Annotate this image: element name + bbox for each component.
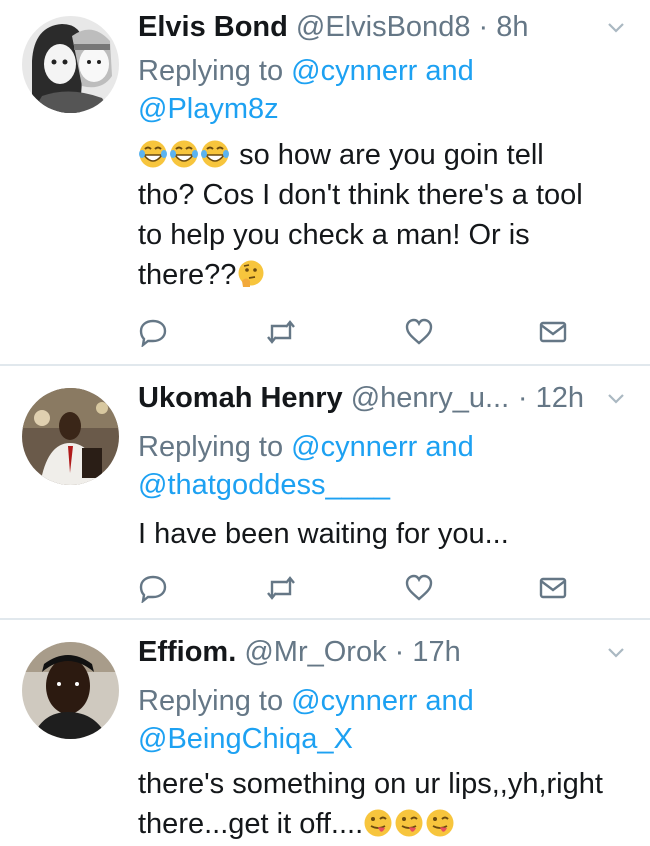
tweet-text-line: so how are you goin tell bbox=[239, 139, 544, 171]
author-handle[interactable]: @ElvisBond8 bbox=[296, 11, 471, 43]
avatar[interactable] bbox=[22, 16, 119, 113]
retweet-icon[interactable] bbox=[266, 573, 296, 603]
separator: · bbox=[478, 11, 489, 43]
timestamp[interactable]: 12h bbox=[536, 382, 584, 414]
mention-link[interactable]: @cynnerr and bbox=[291, 685, 474, 717]
tweet-text-line: tho? Cos I don't think there's a tool bbox=[138, 179, 583, 211]
replying-to: Replying to @cynnerr and @thatgoddess___… bbox=[138, 428, 474, 504]
tweet-header: Effiom. @Mr_Orok · 17h bbox=[138, 630, 630, 674]
tweet[interactable]: Ukomah Henry @henry_u... · 12h Replying … bbox=[0, 366, 650, 618]
author-name[interactable]: Ukomah Henry bbox=[138, 382, 343, 414]
action-bar bbox=[138, 317, 608, 347]
author-name[interactable]: Elvis Bond bbox=[138, 11, 288, 43]
tweet[interactable]: Elvis Bond @ElvisBond8 · 8h Replying to … bbox=[0, 0, 650, 364]
separator: · bbox=[517, 382, 528, 414]
heart-icon[interactable] bbox=[404, 317, 434, 347]
tweet[interactable]: Effiom. @Mr_Orok · 17h Replying to @cynn… bbox=[0, 620, 650, 846]
winking-tongue-emoji bbox=[426, 809, 454, 837]
reply-icon[interactable] bbox=[138, 573, 168, 603]
tweet-text-line: there...get it off.... bbox=[138, 808, 364, 840]
envelope-icon[interactable] bbox=[538, 317, 568, 347]
author-handle[interactable]: @Mr_Orok bbox=[244, 636, 386, 668]
chevron-down-icon[interactable] bbox=[606, 642, 626, 662]
thinking-face-emoji bbox=[238, 260, 264, 287]
author-handle[interactable]: @henry_u... bbox=[351, 382, 509, 414]
winking-tongue-emoji bbox=[364, 809, 392, 837]
tears-of-joy-emoji bbox=[139, 140, 167, 168]
tweet-text-line: there?? bbox=[138, 259, 237, 291]
reply-icon[interactable] bbox=[138, 317, 168, 347]
tweet-header: Ukomah Henry @henry_u... · 12h bbox=[138, 376, 630, 420]
replying-to: Replying to @cynnerr and @Playm8z bbox=[138, 52, 474, 128]
replying-to-label: Replying to bbox=[138, 55, 284, 87]
chevron-down-icon[interactable] bbox=[606, 17, 626, 37]
mention-link[interactable]: @cynnerr and bbox=[291, 431, 474, 463]
retweet-icon[interactable] bbox=[266, 317, 296, 347]
separator: · bbox=[394, 636, 405, 668]
heart-icon[interactable] bbox=[404, 573, 434, 603]
tweet-text: there's something on ur lips,,yh,right t… bbox=[138, 764, 603, 844]
tweet-text: I have been waiting for you... bbox=[138, 514, 509, 554]
envelope-icon[interactable] bbox=[538, 573, 568, 603]
tears-of-joy-emoji bbox=[170, 140, 198, 168]
replying-to-label: Replying to bbox=[138, 685, 284, 717]
replying-to: Replying to @cynnerr and @BeingChiqa_X bbox=[138, 682, 474, 758]
mention-link[interactable]: @BeingChiqa_X bbox=[138, 723, 353, 755]
avatar[interactable] bbox=[22, 642, 119, 739]
timestamp[interactable]: 17h bbox=[412, 636, 460, 668]
author-name[interactable]: Effiom. bbox=[138, 636, 236, 668]
tears-of-joy-emoji bbox=[201, 140, 229, 168]
tweet-text-line: I have been waiting for you... bbox=[138, 518, 509, 550]
tweet-header: Elvis Bond @ElvisBond8 · 8h bbox=[138, 5, 630, 49]
action-bar bbox=[138, 573, 608, 603]
mention-link[interactable]: @cynnerr and bbox=[291, 55, 474, 87]
winking-tongue-emoji bbox=[395, 809, 423, 837]
tweet-text: so how are you goin tell tho? Cos I don'… bbox=[138, 135, 583, 295]
mention-link[interactable]: @Playm8z bbox=[138, 93, 279, 125]
avatar[interactable] bbox=[22, 388, 119, 485]
replying-to-label: Replying to bbox=[138, 431, 284, 463]
chevron-down-icon[interactable] bbox=[606, 388, 626, 408]
tweet-text-line: there's something on ur lips,,yh,right bbox=[138, 768, 603, 800]
tweet-text-line: to help you check a man! Or is bbox=[138, 219, 530, 251]
timestamp[interactable]: 8h bbox=[496, 11, 528, 43]
mention-link[interactable]: @thatgoddess____ bbox=[138, 469, 390, 501]
